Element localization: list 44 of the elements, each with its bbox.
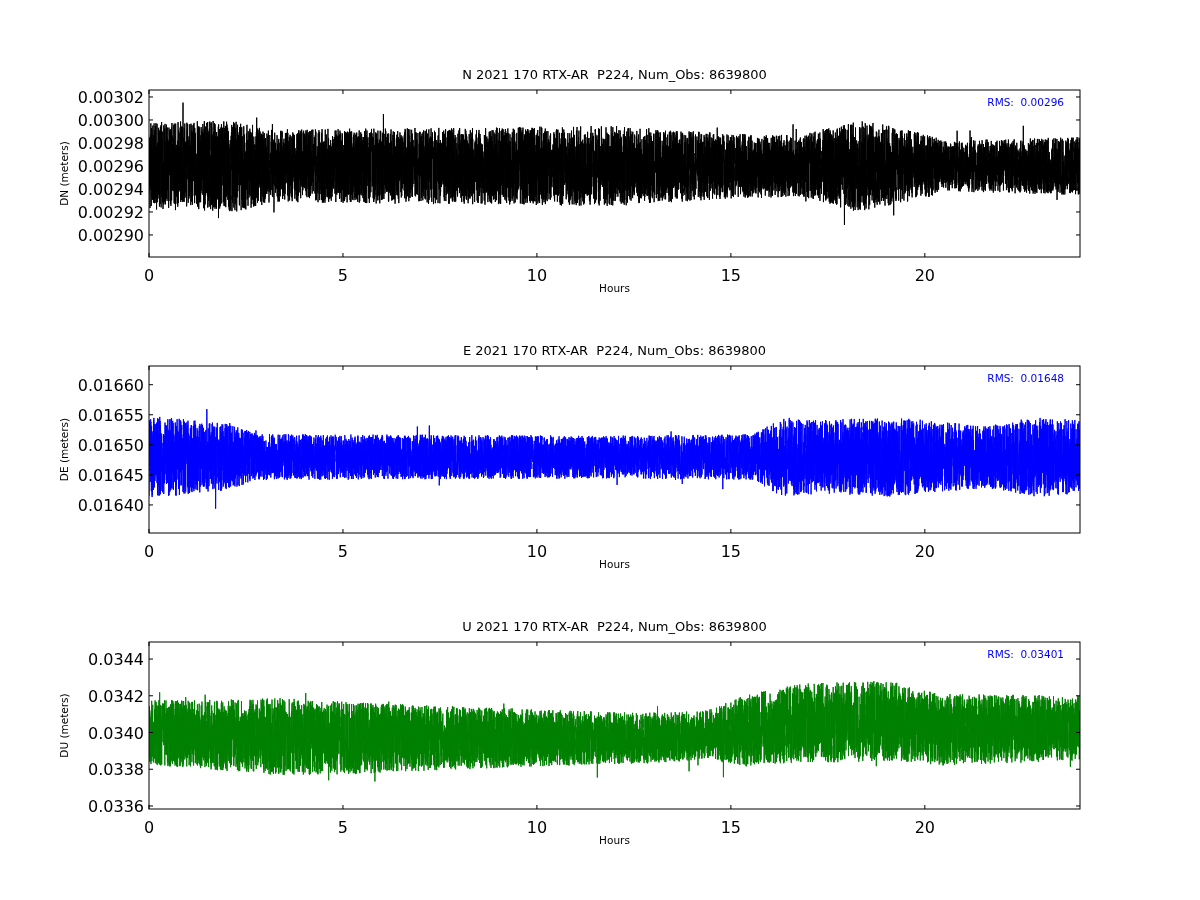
x-tick-label: 10	[526, 266, 548, 285]
x-axis-label: Hours	[599, 558, 630, 570]
rms-label: RMS: 0.01648	[987, 372, 1064, 384]
y-axis-label: DN (meters)	[58, 141, 70, 206]
y-axis-label: DE (meters)	[58, 417, 70, 482]
y-tick-label: 0.01645	[77, 465, 144, 485]
y-tick-label: 0.0338	[88, 760, 144, 780]
y-tick-label: 0.0340	[88, 723, 144, 743]
x-axis-label: Hours	[599, 834, 630, 846]
plot-title: N 2021 170 RTX-AR P224, Num_Obs: 8639800	[462, 67, 767, 82]
plot-title: U 2021 170 RTX-AR P224, Num_Obs: 8639800	[462, 619, 767, 634]
x-tick-label: 0	[143, 266, 155, 285]
y-tick-label: 0.0344	[88, 650, 144, 670]
plot-title: E 2021 170 RTX-AR P224, Num_Obs: 8639800	[462, 343, 767, 358]
x-tick-label: 15	[720, 542, 742, 561]
rms-label: RMS: 0.00296	[987, 96, 1064, 108]
y-tick-label: 0.01640	[77, 495, 144, 515]
x-tick-label: 5	[337, 542, 349, 561]
y-tick-label: 0.0336	[88, 797, 144, 816]
y-tick-label: 0.00290	[77, 225, 144, 245]
x-tick-label: 20	[914, 542, 935, 561]
y-tick-label: 0.01655	[77, 405, 144, 425]
x-tick-label: 15	[720, 266, 742, 285]
x-tick-label: 10	[526, 818, 548, 837]
x-tick-label: 10	[526, 542, 548, 561]
x-tick-label: 15	[720, 818, 742, 837]
x-tick-label: 5	[337, 266, 349, 285]
x-tick-label: 20	[914, 818, 935, 837]
y-tick-label: 0.00300	[77, 111, 144, 130]
y-tick-label: 0.01660	[77, 375, 144, 395]
x-tick-label: 0	[143, 818, 155, 837]
y-tick-label: 0.00302	[77, 88, 144, 107]
y-tick-label: 0.0342	[88, 686, 144, 706]
y-axis-label: DU (meters)	[58, 693, 70, 758]
y-tick-label: 0.01650	[77, 435, 144, 455]
y-tick-label: 0.00294	[77, 179, 144, 199]
y-tick-label: 0.00296	[77, 156, 144, 176]
x-tick-label: 0	[143, 542, 155, 561]
x-tick-label: 20	[914, 266, 935, 285]
x-axis-label: Hours	[599, 282, 630, 294]
x-tick-label: 5	[337, 818, 349, 837]
y-tick-label: 0.00292	[77, 202, 144, 222]
rms-label: RMS: 0.03401	[987, 648, 1064, 660]
y-tick-label: 0.00298	[77, 133, 144, 153]
